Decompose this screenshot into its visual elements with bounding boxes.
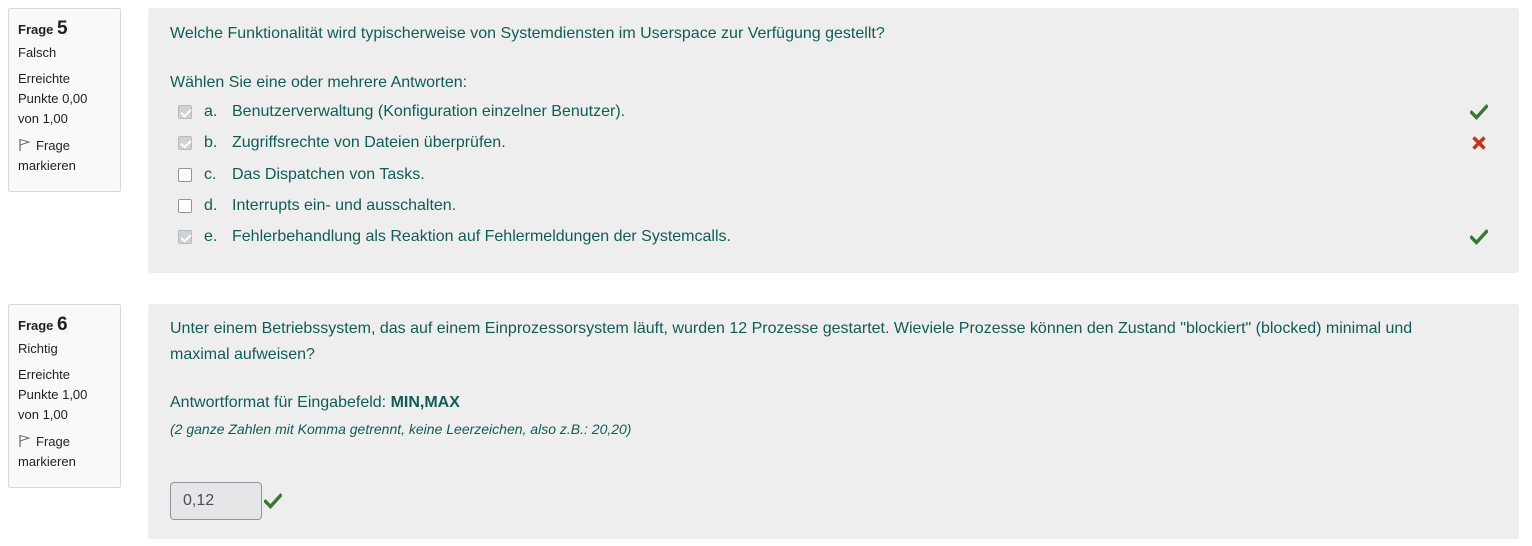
question-text: Welche Funktionalität wird typischerweis… [170, 25, 885, 42]
question-grade: Erreichte Punkte 1,00 von 1,00 [18, 367, 88, 422]
answer-letter: d. [204, 197, 218, 214]
answer-option-d[interactable]: d. Interrupts ein- und ausschalten. [178, 194, 1519, 218]
question-content-6: Unter einem Betriebssystem, das auf eine… [148, 304, 1519, 539]
question-info-6: Frage 6 Richtig Erreichte Punkte 1,00 vo… [8, 304, 121, 488]
answer-text: Interrupts ein- und ausschalten. [232, 197, 457, 214]
question-number: Frage 6 [18, 314, 68, 335]
answer-input[interactable] [170, 482, 262, 520]
flag-question-link[interactable]: Frage markieren [18, 136, 111, 176]
correct-check-icon [1470, 229, 1488, 245]
question-number: Frage 5 [18, 18, 68, 39]
answer-checkbox[interactable] [178, 230, 192, 244]
answer-hint: (2 ganze Zahlen mit Komma getrennt, kein… [170, 421, 632, 437]
answer-checkbox[interactable] [178, 199, 192, 213]
answer-option-a[interactable]: a. Benutzerverwaltung (Konfiguration ein… [178, 100, 1519, 124]
flag-icon [19, 434, 31, 447]
answer-checkbox[interactable] [178, 136, 192, 150]
answer-format: Antwortformat für Eingabefeld: MIN,MAX [170, 394, 460, 411]
answer-option-c[interactable]: c. Das Dispatchen von Tasks. [178, 163, 1519, 187]
answer-letter: a. [204, 103, 218, 120]
incorrect-cross-icon [1472, 136, 1486, 150]
answer-text: Zugriffsrechte von Dateien überprüfen. [232, 134, 506, 151]
answer-text: Fehlerbehandlung als Reaktion auf Fehler… [232, 228, 731, 245]
answer-letter: c. [204, 166, 217, 183]
answer-text: Das Dispatchen von Tasks. [232, 166, 425, 183]
flag-icon [19, 138, 31, 151]
question-state: Richtig [18, 341, 58, 356]
answer-text: Benutzerverwaltung (Konfiguration einzel… [232, 103, 626, 120]
correct-check-icon [1470, 104, 1488, 120]
question-text: Unter einem Betriebssystem, das auf eine… [170, 320, 1413, 363]
correct-check-icon [264, 493, 282, 509]
answer-checkbox[interactable] [178, 105, 192, 119]
flag-question-link[interactable]: Frage markieren [18, 432, 111, 472]
answer-option-b[interactable]: b. Zugriffsrechte von Dateien überprüfen… [178, 131, 1519, 155]
question-state: Falsch [18, 45, 57, 60]
question-grade: Erreichte Punkte 0,00 von 1,00 [18, 71, 88, 126]
answer-option-e[interactable]: e. Fehlerbehandlung als Reaktion auf Feh… [178, 225, 1519, 249]
answer-letter: e. [204, 228, 218, 245]
answer-prompt: Wählen Sie eine oder mehrere Antworten: [170, 74, 468, 91]
question-content-5: Welche Funktionalität wird typischerweis… [148, 8, 1519, 273]
answer-checkbox[interactable] [178, 168, 192, 182]
answer-letter: b. [204, 134, 218, 151]
question-info-5: Frage 5 Falsch Erreichte Punkte 0,00 von… [8, 8, 121, 192]
